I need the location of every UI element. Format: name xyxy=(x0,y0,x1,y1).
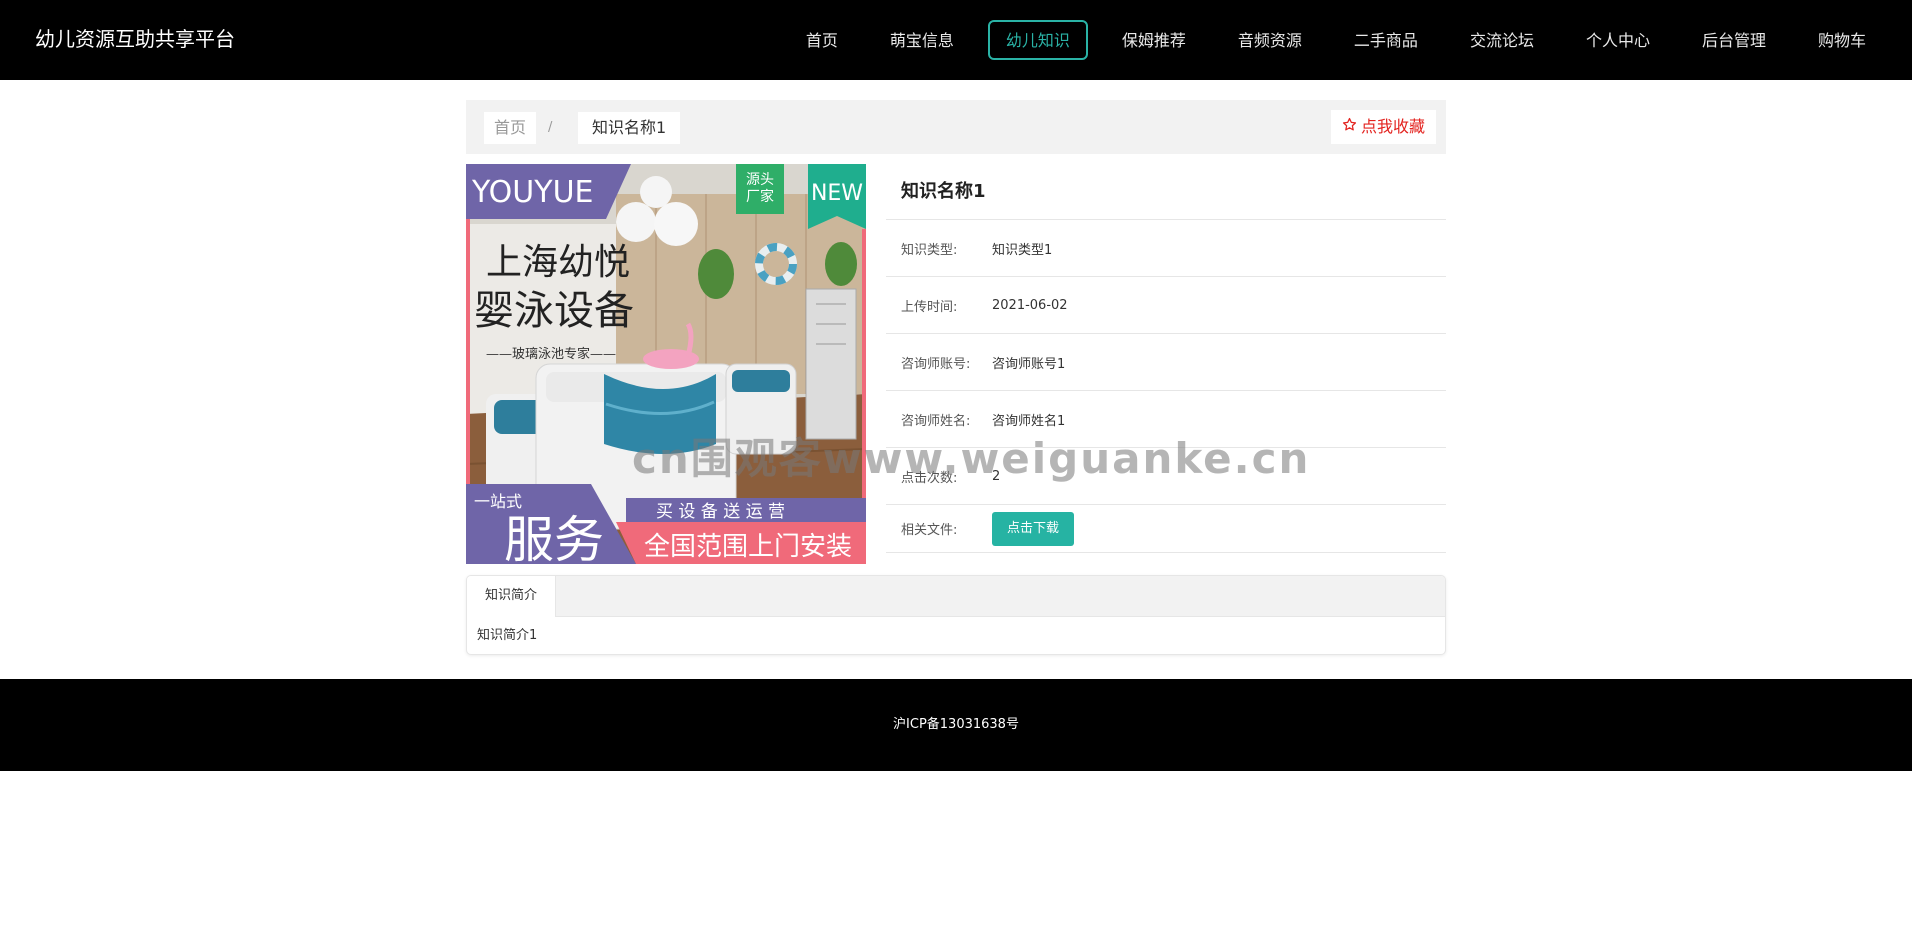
detail-value: 2 xyxy=(992,468,1001,484)
knowledge-tabs: 知识简介 知识简介1 xyxy=(466,575,1446,655)
favorite-button[interactable]: 点我收藏 xyxy=(1330,110,1436,144)
site-brand[interactable]: 幼儿资源互助共享平台 xyxy=(35,25,235,53)
nav-item-cart[interactable]: 购物车 xyxy=(1800,20,1884,60)
detail-label: 知识类型: xyxy=(901,242,958,258)
nav-item-home[interactable]: 首页 xyxy=(788,20,856,60)
detail-label: 点击次数: xyxy=(901,470,958,486)
nav-item-audio-resources[interactable]: 音频资源 xyxy=(1220,20,1320,60)
tab-knowledge-intro[interactable]: 知识简介 xyxy=(467,576,557,617)
tab-content: 知识简介1 xyxy=(477,628,538,643)
detail-row-file: 相关文件: 点击下载 xyxy=(886,505,1446,553)
detail-value: 知识类型1 xyxy=(992,242,1053,258)
cover-brand-text: YOUYUE xyxy=(471,175,594,210)
cover-bottom-big: 服务 xyxy=(504,511,604,564)
detail-row-click-count: 点击次数: 2 xyxy=(886,448,1446,505)
nav-item-baby-info[interactable]: 萌宝信息 xyxy=(872,20,972,60)
cover-promo-1: 买 设 备 送 运 营 xyxy=(656,502,785,522)
detail-row-consultant-account: 咨询师账号: 咨询师账号1 xyxy=(886,334,1446,391)
tabs-header: 知识简介 xyxy=(467,576,1445,617)
nav-item-forum[interactable]: 交流论坛 xyxy=(1452,20,1552,60)
detail-row-consultant-name: 咨询师姓名: 咨询师姓名1 xyxy=(886,391,1446,448)
cover-tagline: ——玻璃泳池专家—— xyxy=(486,346,616,362)
cover-headline-2: 婴泳设备 xyxy=(474,288,634,334)
nav-item-nanny-recommend[interactable]: 保姆推荐 xyxy=(1104,20,1204,60)
cover-badge-new: NEW xyxy=(811,181,863,206)
detail-label: 相关文件: xyxy=(901,523,958,538)
footer: 沪ICP备13031638号 xyxy=(0,679,1912,771)
nav-item-user-center[interactable]: 个人中心 xyxy=(1568,20,1668,60)
breadcrumb: 首页 / 知识名称1 点我收藏 xyxy=(466,100,1446,154)
top-navbar: 幼儿资源互助共享平台 首页 萌宝信息 幼儿知识 保姆推荐 音频资源 二手商品 交… xyxy=(0,0,1912,80)
footer-icp: 沪ICP备13031638号 xyxy=(893,717,1019,732)
detail-row-type: 知识类型: 知识类型1 xyxy=(886,220,1446,277)
favorite-label: 点我收藏 xyxy=(1360,117,1425,136)
cover-badge-factory: 源头厂家 xyxy=(746,172,774,205)
nav-item-second-hand[interactable]: 二手商品 xyxy=(1336,20,1436,60)
detail-label: 咨询师账号: xyxy=(901,356,971,372)
detail-row-upload-time: 上传时间: 2021-06-02 xyxy=(886,277,1446,334)
cover-headline-1: 上海幼悦 xyxy=(486,242,630,283)
main-nav: 首页 萌宝信息 幼儿知识 保姆推荐 音频资源 二手商品 交流论坛 个人中心 后台… xyxy=(772,20,1884,60)
nav-item-admin[interactable]: 后台管理 xyxy=(1684,20,1784,60)
nav-item-child-knowledge[interactable]: 幼儿知识 xyxy=(987,20,1088,60)
knowledge-detail: 知识名称1 知识类型: 知识类型1 上传时间: 2021-06-02 咨询师账号… xyxy=(886,164,1446,553)
detail-value: 2021-06-02 xyxy=(992,297,1068,313)
star-outline-icon xyxy=(1342,110,1357,144)
detail-value: 咨询师账号1 xyxy=(992,356,1066,372)
detail-value: 咨询师姓名1 xyxy=(992,413,1066,429)
cover-promo-2: 全国范围上门安装 xyxy=(644,532,852,562)
breadcrumb-home[interactable]: 首页 xyxy=(484,112,537,144)
knowledge-cover-image: YOUYUE 源头厂家 NEW 上海幼悦 婴泳设备 ——玻璃泳池专家—— 一站式… xyxy=(466,164,866,564)
download-button[interactable]: 点击下载 xyxy=(992,511,1075,546)
breadcrumb-current: 知识名称1 xyxy=(578,112,681,144)
detail-label: 咨询师姓名: xyxy=(901,413,971,429)
knowledge-title: 知识名称1 xyxy=(886,164,1446,220)
cover-bottom-small: 一站式 xyxy=(474,492,522,511)
breadcrumb-separator: / xyxy=(548,120,553,135)
detail-label: 上传时间: xyxy=(901,299,958,315)
